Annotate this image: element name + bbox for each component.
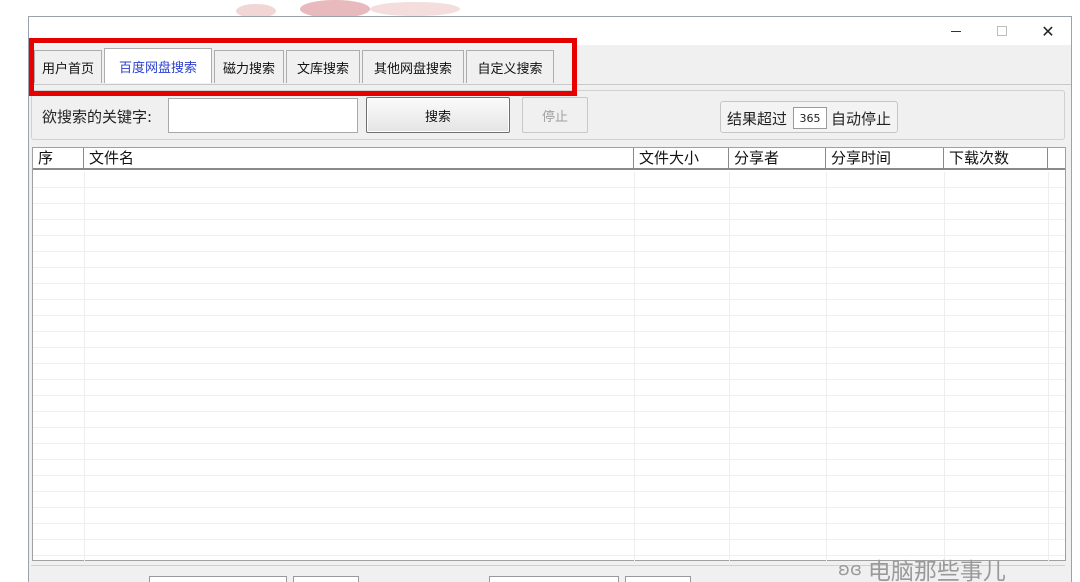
close-button[interactable]: ✕ (1025, 17, 1071, 45)
column-divider (1048, 172, 1049, 562)
wechat-icon: ʚɞ (838, 558, 862, 580)
minimize-button[interactable] (933, 17, 979, 45)
title-bar: ✕ (29, 17, 1071, 45)
column-header-share-time[interactable]: 分享时间 (826, 148, 944, 168)
bottom-button-2[interactable] (625, 576, 691, 582)
table-body[interactable] (33, 172, 1065, 562)
search-button[interactable]: 搜索 (366, 97, 510, 133)
maximize-icon (997, 26, 1007, 36)
result-limit-group: 结果超过 365 自动停止 (720, 101, 898, 133)
results-table: 序 文件名 文件大小 分享者 分享时间 下载次数 (32, 147, 1066, 562)
minimize-icon (951, 30, 961, 32)
column-divider (84, 172, 85, 562)
watermark: ʚɞ 电脑那些事儿 (838, 552, 1006, 582)
column-divider (826, 172, 827, 562)
limit-prefix-label: 结果超过 (727, 110, 788, 128)
column-header-filesize[interactable]: 文件大小 (634, 148, 729, 168)
tab-other-pan-search[interactable]: 其他网盘搜索 (362, 50, 464, 83)
keyword-input[interactable] (168, 98, 358, 133)
column-header-index[interactable]: 序 (33, 148, 84, 168)
bottom-button-1[interactable] (293, 576, 359, 582)
bottom-input-2[interactable] (489, 576, 619, 582)
stop-button[interactable]: 停止 (522, 97, 588, 133)
keyword-label: 欲搜索的关键字: (42, 108, 153, 126)
search-panel: 欲搜索的关键字: 搜索 停止 结果超过 365 自动停止 (31, 90, 1065, 140)
tab-custom-search[interactable]: 自定义搜索 (466, 50, 554, 83)
column-divider (634, 172, 635, 562)
limit-suffix-label: 自动停止 (831, 110, 892, 128)
column-divider (944, 172, 945, 562)
tab-baidu-pan-search[interactable]: 百度网盘搜索 (104, 48, 212, 83)
watermark-text: 电脑那些事儿 (867, 559, 1006, 582)
close-icon: ✕ (1041, 21, 1055, 41)
tab-strip: 用户首页 百度网盘搜索 磁力搜索 文库搜索 其他网盘搜索 自定义搜索 (29, 45, 1071, 85)
app-window: ✕ 用户首页 百度网盘搜索 磁力搜索 文库搜索 其他网盘搜索 自定义搜索 欲搜索… (28, 16, 1072, 582)
table-header: 序 文件名 文件大小 分享者 分享时间 下载次数 (33, 148, 1065, 170)
tab-magnet-search[interactable]: 磁力搜索 (214, 50, 284, 83)
column-header-download-count[interactable]: 下载次数 (944, 148, 1048, 168)
tab-wenku-search[interactable]: 文库搜索 (286, 50, 360, 83)
column-header-sharer[interactable]: 分享者 (729, 148, 826, 168)
result-limit-input[interactable]: 365 (793, 107, 827, 129)
column-divider (729, 172, 730, 562)
tab-user-home[interactable]: 用户首页 (34, 50, 102, 83)
maximize-button[interactable] (979, 17, 1025, 45)
column-header-filename[interactable]: 文件名 (84, 148, 634, 168)
bottom-input-1[interactable] (149, 576, 287, 582)
